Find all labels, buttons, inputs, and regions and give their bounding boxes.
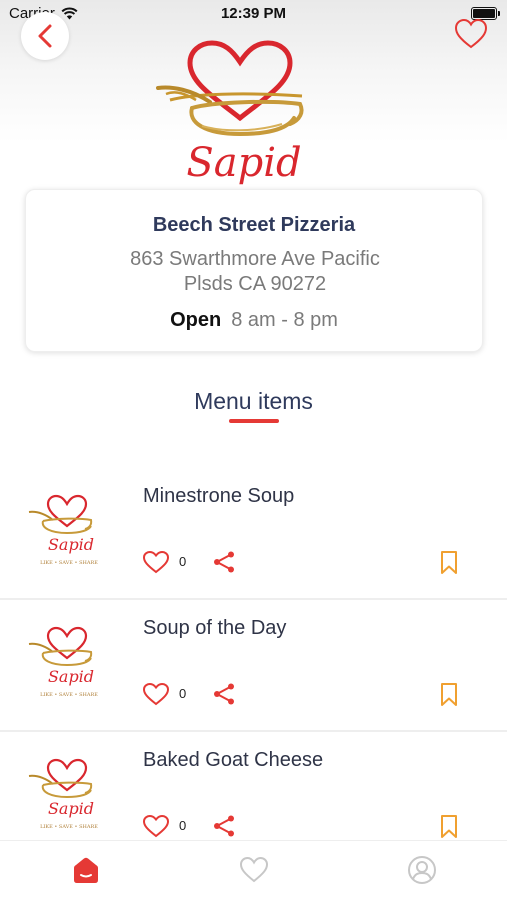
bookmark-icon — [441, 815, 457, 838]
item-thumbnail: Sapid LIKE • SAVE • SHARE — [28, 494, 98, 566]
tab-home[interactable] — [71, 855, 101, 885]
item-thumbnail: Sapid LIKE • SAVE • SHARE — [28, 626, 98, 698]
opening-hours: Open 8 am - 8 pm — [26, 309, 482, 332]
heart-icon — [142, 814, 170, 838]
thumb-logo-text: Sapid — [48, 535, 94, 554]
heart-icon — [142, 682, 170, 706]
thumb-logo-text: Sapid — [48, 667, 94, 686]
like-count: 0 — [179, 686, 187, 701]
sapid-logo: Sapid — [156, 40, 304, 186]
open-status: Open — [170, 309, 222, 331]
share-icon — [214, 683, 234, 705]
restaurant-address: 863 Swarthmore Ave Pacific Plsds CA 9027… — [66, 247, 444, 297]
menu-title-underline — [229, 419, 279, 423]
status-bar: Carrier 12:39 PM — [0, 0, 507, 28]
status-time: 12:39 PM — [220, 5, 287, 22]
like-button[interactable] — [142, 682, 170, 706]
share-button[interactable] — [212, 814, 236, 838]
share-button[interactable] — [212, 682, 236, 706]
item-name: Soup of the Day — [143, 617, 287, 639]
thumb-logo-text: Sapid — [48, 799, 94, 818]
logo-text: Sapid — [186, 140, 301, 186]
like-count: 0 — [179, 554, 187, 569]
save-button[interactable] — [440, 814, 458, 839]
share-icon — [214, 815, 234, 837]
thumb-tagline: LIKE • SAVE • SHARE — [40, 560, 98, 566]
menu-list: Sapid LIKE • SAVE • SHARE Minestrone Sou… — [0, 468, 507, 864]
menu-title: Menu items — [194, 388, 313, 414]
share-icon — [214, 551, 234, 573]
like-button[interactable] — [142, 550, 170, 574]
hours-text: 8 am - 8 pm — [231, 309, 338, 331]
address-line-2: Plsds CA 90272 — [183, 273, 327, 295]
heart-icon — [142, 550, 170, 574]
item-name: Baked Goat Cheese — [143, 749, 324, 771]
item-thumbnail: Sapid LIKE • SAVE • SHARE — [28, 758, 98, 830]
favorite-button[interactable] — [454, 18, 488, 50]
menu-item[interactable]: Sapid LIKE • SAVE • SHARE Minestrone Sou… — [0, 468, 507, 600]
back-button[interactable] — [21, 12, 69, 60]
like-count: 0 — [179, 818, 187, 833]
thumb-tagline: LIKE • SAVE • SHARE — [40, 824, 98, 830]
share-button[interactable] — [212, 550, 236, 574]
save-button[interactable] — [440, 550, 458, 575]
restaurant-info-card: Beech Street Pizzeria 863 Swarthmore Ave… — [25, 189, 483, 352]
save-button[interactable] — [440, 682, 458, 707]
bookmark-icon — [441, 683, 457, 706]
tab-favorites[interactable] — [239, 855, 269, 885]
restaurant-name: Beech Street Pizzeria — [152, 214, 356, 236]
user-icon — [408, 856, 436, 884]
like-button[interactable] — [142, 814, 170, 838]
bookmark-icon — [441, 551, 457, 574]
item-name: Minestrone Soup — [143, 485, 295, 507]
home-icon — [74, 857, 98, 883]
heart-icon — [239, 856, 269, 883]
tab-profile[interactable] — [407, 855, 437, 885]
menu-item[interactable]: Sapid LIKE • SAVE • SHARE Soup of the Da… — [0, 600, 507, 732]
heart-icon — [454, 18, 488, 49]
tab-bar — [0, 840, 507, 900]
thumb-tagline: LIKE • SAVE • SHARE — [40, 692, 98, 698]
chevron-left-icon — [38, 24, 52, 48]
address-line-1: 863 Swarthmore Ave Pacific — [130, 248, 380, 270]
